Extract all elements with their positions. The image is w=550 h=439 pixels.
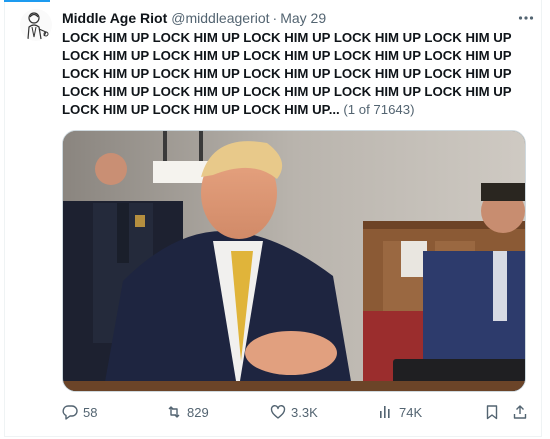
avatar[interactable] bbox=[20, 9, 52, 41]
like-count: 3.3K bbox=[291, 404, 318, 420]
tweet-date[interactable]: May 29 bbox=[280, 10, 326, 26]
views-button[interactable]: 74K bbox=[378, 401, 422, 423]
share-button[interactable] bbox=[512, 401, 528, 423]
thread-count: (1 of 71643) bbox=[343, 102, 415, 117]
tweet-body: LOCK HIM UP LOCK HIM UP LOCK HIM UP LOCK… bbox=[62, 30, 512, 117]
tweet-text: LOCK HIM UP LOCK HIM UP LOCK HIM UP LOCK… bbox=[62, 29, 524, 119]
active-tab-indicator bbox=[4, 0, 50, 2]
tweet-header: Middle Age Riot @middleageriot · May 29 bbox=[62, 8, 532, 28]
repost-button[interactable]: 829 bbox=[166, 401, 209, 423]
more-horizontal-icon bbox=[518, 16, 534, 20]
courtroom-photo-icon bbox=[63, 131, 525, 391]
display-name[interactable]: Middle Age Riot bbox=[62, 10, 167, 26]
tweet-media-photo[interactable] bbox=[62, 130, 526, 392]
share-icon bbox=[513, 405, 527, 419]
avatar-sketch-icon bbox=[27, 12, 49, 40]
heart-icon bbox=[270, 405, 286, 419]
reply-button[interactable]: 58 bbox=[62, 401, 97, 423]
bookmark-icon bbox=[486, 405, 498, 420]
repost-count: 829 bbox=[187, 404, 209, 420]
view-count: 74K bbox=[399, 404, 423, 420]
user-handle[interactable]: @middleageriot bbox=[171, 10, 269, 26]
like-button[interactable]: 3.3K bbox=[270, 401, 318, 423]
separator-dot: · bbox=[272, 10, 278, 26]
more-options-button[interactable] bbox=[514, 8, 538, 28]
analytics-icon bbox=[380, 406, 390, 418]
bookmark-button[interactable] bbox=[484, 401, 500, 423]
repost-icon bbox=[168, 406, 180, 418]
reply-icon bbox=[62, 405, 78, 420]
reply-count: 58 bbox=[83, 404, 98, 420]
tweet-actions: 58 829 3.3K 74K bbox=[62, 401, 532, 423]
